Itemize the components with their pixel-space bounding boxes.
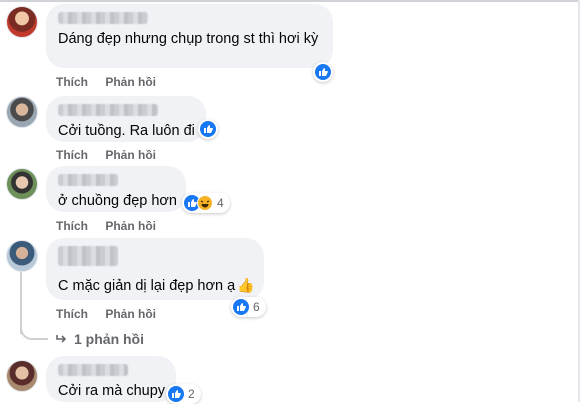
avatar[interactable] bbox=[6, 168, 38, 200]
like-icon bbox=[200, 121, 216, 137]
comment-actions: Thích Phản hồi bbox=[56, 307, 170, 321]
reply-link[interactable]: Phản hồi bbox=[105, 75, 156, 89]
comment-text: Dáng đẹp nhưng chụp trong st thì hơi kỳ bbox=[58, 31, 319, 47]
comment-actions: Thích Phản hồi bbox=[56, 148, 170, 162]
avatar[interactable] bbox=[6, 240, 38, 272]
comment-bubble: Dáng đẹp nhưng chụp trong st thì hơi kỳ bbox=[46, 4, 333, 68]
comment-text: Cởi tuồng. Ra luôn đi bbox=[58, 123, 195, 139]
reaction-summary[interactable]: 2 bbox=[166, 384, 201, 404]
reaction-summary[interactable]: 4 bbox=[182, 193, 230, 213]
avatar[interactable] bbox=[6, 96, 38, 128]
blurred-author-name[interactable] bbox=[58, 174, 118, 186]
like-link[interactable]: Thích bbox=[56, 75, 88, 89]
comment-bubble: ở chuồng đẹp hơn bbox=[46, 166, 186, 212]
reply-arrow-icon bbox=[56, 331, 68, 347]
comment-bubble: C mặc giản dị lại đẹp hơn ạ 👍 bbox=[46, 238, 264, 300]
like-icon bbox=[233, 299, 249, 315]
comment-bubble: Cởi tuồng. Ra luôn đi bbox=[46, 96, 206, 142]
reply-link[interactable]: Phản hồi bbox=[105, 148, 156, 162]
like-link[interactable]: Thích bbox=[56, 148, 88, 162]
avatar[interactable] bbox=[6, 6, 38, 38]
like-link[interactable]: Thích bbox=[56, 307, 88, 321]
comment-bubble: Cởi ra mà chupy bbox=[46, 356, 176, 402]
reaction-count: 4 bbox=[217, 196, 224, 210]
reaction-count: 6 bbox=[253, 300, 260, 314]
comment-actions: Thích Phản hồi bbox=[56, 219, 170, 233]
blurred-author-name[interactable] bbox=[58, 246, 118, 266]
reaction-summary[interactable] bbox=[198, 119, 218, 139]
haha-icon bbox=[197, 195, 213, 211]
blurred-author-name[interactable] bbox=[58, 104, 158, 116]
reply-link[interactable]: Phản hồi bbox=[105, 219, 156, 233]
reply-link[interactable]: Phản hồi bbox=[105, 307, 156, 321]
like-icon bbox=[315, 64, 331, 80]
comment-text: ở chuồng đẹp hơn bbox=[58, 193, 177, 209]
thumbs-up-emoji: 👍 bbox=[237, 277, 255, 293]
blurred-author-name[interactable] bbox=[58, 364, 128, 376]
replies-count-label: 1 phản hồi bbox=[74, 331, 144, 347]
comment-actions: Thích Phản hồi bbox=[56, 75, 170, 89]
avatar[interactable] bbox=[6, 360, 38, 392]
comment-text: C mặc giản dị lại đẹp hơn ạ bbox=[58, 278, 236, 294]
comment-text-line: C mặc giản dị lại đẹp hơn ạ 👍 bbox=[58, 276, 255, 295]
blurred-author-name[interactable] bbox=[58, 12, 148, 24]
reaction-summary[interactable]: 6 bbox=[231, 297, 266, 317]
reaction-count: 2 bbox=[188, 387, 195, 401]
top-border bbox=[0, 0, 580, 2]
like-icon bbox=[168, 386, 184, 402]
reaction-summary[interactable] bbox=[313, 62, 333, 82]
thread-connector bbox=[20, 318, 48, 340]
like-link[interactable]: Thích bbox=[56, 219, 88, 233]
comment-text: Cởi ra mà chupy bbox=[58, 383, 166, 399]
view-replies-link[interactable]: 1 phản hồi bbox=[56, 331, 144, 347]
